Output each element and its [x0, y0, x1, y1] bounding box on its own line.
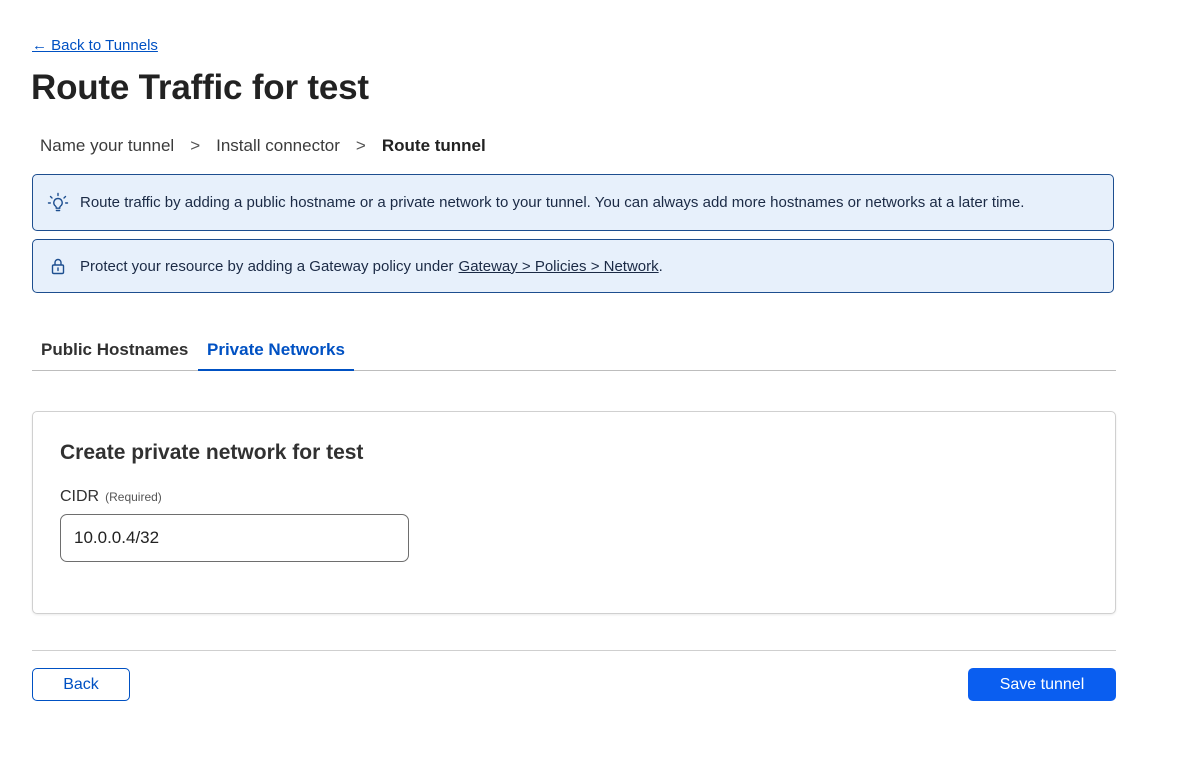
info-banner-route-traffic: Route traffic by adding a public hostnam… — [32, 174, 1114, 231]
cidr-input[interactable] — [60, 514, 409, 562]
form-title: Create private network for test — [60, 441, 364, 464]
footer-divider — [32, 650, 1116, 651]
breadcrumb: Name your tunnel > Install connector > R… — [40, 136, 486, 156]
gateway-policies-network-link[interactable]: Gateway > Policies > Network — [459, 258, 659, 275]
cidr-label: CIDR (Required) — [60, 488, 162, 506]
gateway-banner-text: Protect your resource by adding a Gatewa… — [80, 257, 454, 275]
breadcrumb-step-install-connector: Install connector — [216, 136, 340, 155]
tab-private-networks[interactable]: Private Networks — [198, 340, 354, 371]
info-banner-gateway-policy: Protect your resource by adding a Gatewa… — [32, 239, 1114, 293]
route-type-tabs: Public Hostnames Private Networks — [32, 331, 1116, 371]
tab-public-hostnames[interactable]: Public Hostnames — [32, 340, 197, 371]
breadcrumb-separator: > — [355, 136, 366, 155]
breadcrumb-separator: > — [190, 136, 201, 155]
page-title: Route Traffic for test — [31, 68, 369, 107]
back-button[interactable]: Back — [32, 668, 130, 701]
info-banner-text: Route traffic by adding a public hostnam… — [80, 194, 1025, 211]
save-tunnel-button[interactable]: Save tunnel — [968, 668, 1116, 701]
breadcrumb-step-route-tunnel: Route tunnel — [381, 136, 486, 155]
breadcrumb-step-name-tunnel: Name your tunnel — [40, 136, 175, 155]
lock-icon — [47, 255, 69, 277]
lightbulb-icon — [47, 192, 69, 214]
gateway-banner-suffix: . — [658, 257, 663, 275]
cidr-label-text: CIDR — [60, 488, 100, 505]
required-indicator: (Required) — [105, 490, 162, 504]
back-to-tunnels-link[interactable]: ← Back to Tunnels — [32, 37, 158, 54]
private-network-form-card: Create private network for test CIDR (Req… — [32, 411, 1116, 614]
